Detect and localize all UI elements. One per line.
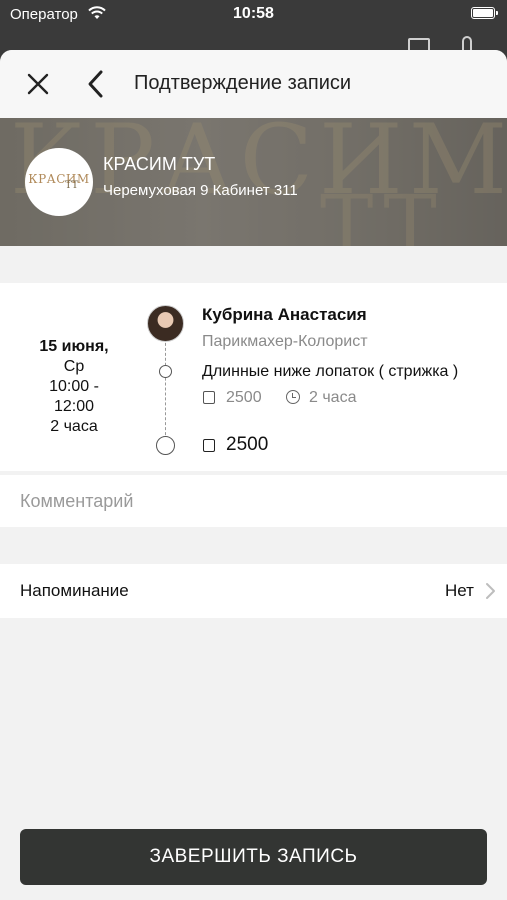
master-avatar[interactable] xyxy=(147,305,184,342)
clock-icon xyxy=(286,390,300,404)
comment-row xyxy=(0,475,507,527)
nav-bar: Подтверждение записи xyxy=(0,50,507,118)
salon-banner: КРАСИМ ТТ КРАСИМ ТТ КРАСИМ ТУТ Черемухов… xyxy=(0,118,507,246)
master-role: Парикмахер-Колорист xyxy=(202,333,368,350)
back-icon[interactable] xyxy=(84,68,108,100)
price-tag-icon xyxy=(203,391,215,404)
comment-input[interactable] xyxy=(20,475,490,527)
service-price: 2500 xyxy=(226,389,262,406)
salon-logo[interactable]: КРАСИМ ТТ xyxy=(25,148,93,216)
status-bar: Оператор 10:58 xyxy=(0,0,507,30)
reminder-label: Напоминание xyxy=(20,581,129,600)
appointment-date: 15 июня, xyxy=(39,338,109,355)
timeline-line xyxy=(165,333,166,445)
salon-address: Черемуховая 9 Кабинет 311 xyxy=(103,182,298,199)
total-price-icon xyxy=(203,439,215,452)
service-name: Длинные ниже лопаток ( стрижка ) xyxy=(202,363,459,380)
appointment-card: 15 июня, Ср 10:00 - 12:00 2 часа Кубрина… xyxy=(0,283,507,471)
master-name: Кубрина Анастасия xyxy=(202,305,367,324)
timeline-total-dot xyxy=(156,436,175,455)
chevron-right-icon xyxy=(486,583,495,599)
appointment-time-start: 10:00 - xyxy=(49,378,99,395)
reminder-row[interactable]: Напоминание Нет xyxy=(0,564,507,618)
salon-name: КРАСИМ ТУТ xyxy=(103,154,216,174)
service-duration: 2 часа xyxy=(309,389,357,406)
timeline-service-dot xyxy=(159,365,172,378)
booking-confirmation-sheet: Подтверждение записи КРАСИМ ТТ КРАСИМ ТТ… xyxy=(0,50,507,900)
appointment-weekday: Ср xyxy=(63,358,85,375)
finish-booking-button[interactable]: ЗАВЕРШИТЬ ЗАПИСЬ xyxy=(20,829,487,885)
total-price: 2500 xyxy=(226,434,269,455)
appointment-time-end: 12:00 xyxy=(53,398,95,415)
battery-icon xyxy=(471,7,498,19)
clock: 10:58 xyxy=(233,5,274,22)
close-icon[interactable] xyxy=(24,70,52,98)
page-title: Подтверждение записи xyxy=(134,72,352,94)
reminder-value: Нет xyxy=(445,581,474,600)
appointment-duration: 2 часа xyxy=(50,418,98,435)
logo-sub-text: ТТ xyxy=(65,180,79,191)
logo-text: КРАСИМ xyxy=(28,172,90,186)
appointment-datetime: 15 июня, Ср 10:00 - 12:00 2 часа xyxy=(20,337,128,437)
